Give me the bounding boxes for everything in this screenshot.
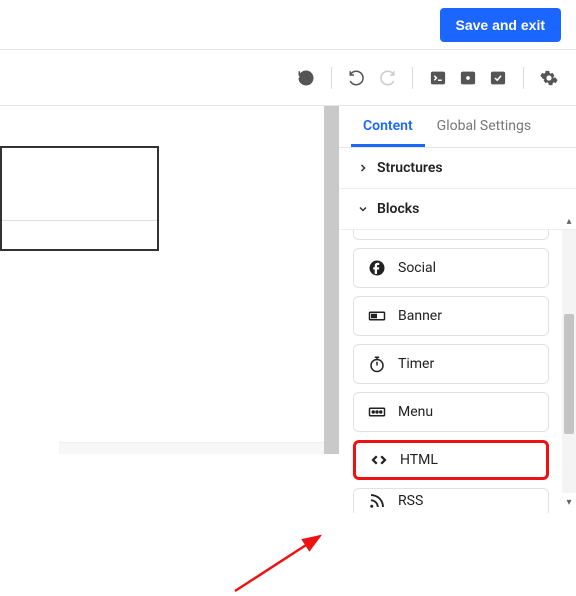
social-icon — [368, 259, 386, 277]
section-label: Structures — [377, 160, 443, 176]
toolbar-separator — [523, 67, 524, 89]
sidebar-scrollbar[interactable]: ▴ ▾ — [562, 214, 576, 509]
block-item-label: HTML — [400, 452, 438, 468]
toolbar-separator — [331, 67, 332, 89]
section-structures[interactable]: Structures — [339, 148, 576, 189]
block-item-label: Banner — [398, 308, 442, 324]
scroll-down-arrow[interactable]: ▾ — [562, 495, 576, 509]
editor-canvas[interactable] — [0, 106, 339, 509]
block-item-menu[interactable]: Menu — [353, 392, 549, 432]
selected-canvas-block[interactable] — [0, 146, 159, 251]
undo-icon[interactable] — [342, 63, 372, 93]
menu-icon — [368, 403, 386, 421]
annotation-arrow — [190, 526, 340, 596]
section-label: Blocks — [377, 201, 419, 217]
top-bar: Save and exit — [0, 0, 576, 50]
block-item-label: Social — [398, 260, 436, 276]
check-icon[interactable] — [483, 63, 513, 93]
canvas-bottom-sheet — [59, 442, 339, 454]
block-item-banner[interactable]: Banner — [353, 296, 549, 336]
block-item-social[interactable]: Social — [353, 248, 549, 288]
blocks-list: Social Banner Timer Menu — [339, 230, 576, 513]
redo-icon — [372, 63, 402, 93]
editor-toolbar — [0, 50, 576, 106]
section-blocks[interactable]: Blocks — [339, 189, 576, 230]
toolbar-separator — [412, 67, 413, 89]
tab-global-settings[interactable]: Global Settings — [425, 106, 543, 147]
block-item-label: Menu — [398, 404, 433, 420]
html-icon — [370, 451, 388, 469]
rss-icon — [368, 492, 386, 510]
divider-line — [2, 220, 157, 221]
block-item-label: RSS — [398, 493, 423, 509]
banner-icon — [368, 307, 386, 325]
tab-content[interactable]: Content — [351, 106, 425, 147]
block-item-rss[interactable]: RSS — [353, 488, 549, 513]
scrollbar-thumb[interactable] — [564, 314, 574, 434]
right-sidebar: Content Global Settings Structures Block… — [339, 106, 576, 509]
history-icon[interactable] — [291, 63, 321, 93]
canvas-scrollbar-thumb[interactable] — [324, 106, 339, 454]
canvas-scrollbar[interactable] — [324, 106, 339, 454]
block-item-partial-top[interactable] — [353, 230, 549, 240]
chevron-right-icon — [355, 162, 371, 174]
scroll-up-arrow[interactable]: ▴ — [562, 214, 576, 228]
sidebar-tabs: Content Global Settings — [339, 106, 576, 148]
chevron-down-icon — [355, 203, 371, 215]
scrollbar-track[interactable] — [562, 230, 576, 493]
block-item-timer[interactable]: Timer — [353, 344, 549, 384]
terminal-icon[interactable] — [423, 63, 453, 93]
block-item-label: Timer — [398, 356, 434, 372]
settings-icon[interactable] — [534, 63, 564, 93]
preview-icon[interactable] — [453, 63, 483, 93]
block-item-html[interactable]: HTML — [353, 440, 549, 480]
timer-icon — [368, 355, 386, 373]
save-and-exit-button[interactable]: Save and exit — [440, 8, 562, 42]
